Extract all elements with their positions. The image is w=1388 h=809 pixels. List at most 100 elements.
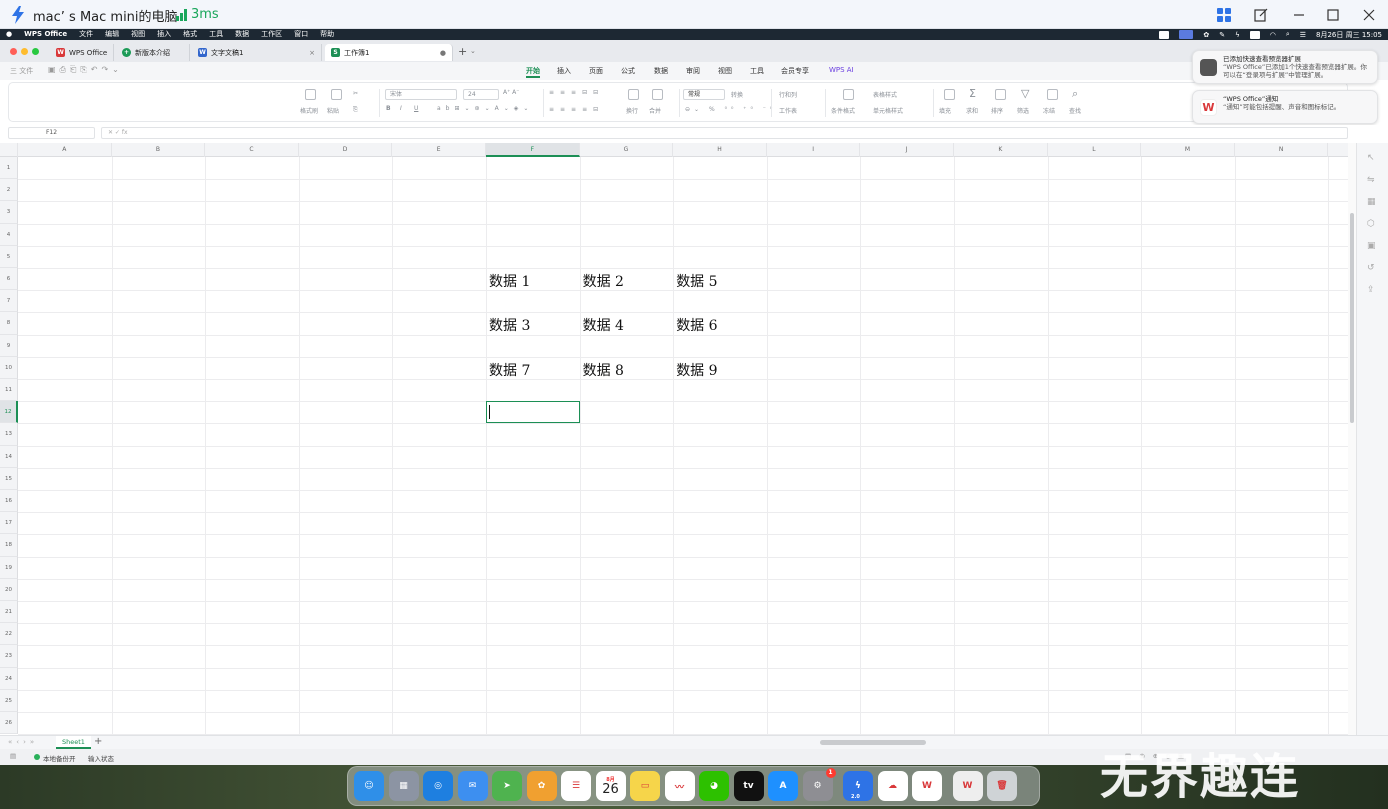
cut-icon[interactable]: ✂ (353, 90, 358, 97)
menu-data[interactable]: 数据 (229, 29, 255, 40)
dock-wps-doc-icon[interactable]: W (952, 771, 983, 801)
sort-icon[interactable] (995, 89, 1006, 100)
column-header-k[interactable]: K (954, 143, 1048, 157)
dock-photos-icon[interactable]: ✿ (526, 771, 557, 801)
add-sheet-icon[interactable]: + (94, 736, 102, 747)
cell-g6[interactable]: 数据 2 (583, 271, 624, 291)
column-header-l[interactable]: L (1048, 143, 1142, 157)
file-menu[interactable]: 三 文件 (10, 66, 33, 76)
row-header-8[interactable]: 8 (0, 312, 18, 335)
find-button[interactable]: 查找 (1069, 106, 1081, 115)
dock-maps-icon[interactable]: ➤ (492, 771, 522, 801)
extension-icon[interactable]: ✿ (1203, 31, 1209, 39)
dock-calendar-icon[interactable]: 8月 26 (595, 771, 626, 801)
column-header-i[interactable]: I (767, 143, 861, 157)
cell-g10[interactable]: 数据 8 (583, 360, 624, 380)
row-header-12[interactable]: 12 (0, 401, 18, 424)
format-painter-button[interactable]: 格式刷 (300, 106, 318, 115)
wps-status-icon[interactable] (1159, 30, 1170, 39)
sort-button[interactable]: 排序 (991, 106, 1003, 115)
dock-appstore-icon[interactable]: A (768, 771, 798, 801)
image-icon[interactable]: ▣ (1367, 241, 1376, 251)
active-cell-f12[interactable] (486, 401, 580, 424)
scroll-thumb[interactable] (1350, 213, 1354, 423)
tab-member[interactable]: 会员专享 (781, 66, 809, 76)
italic-button[interactable]: I (400, 105, 402, 112)
tab-wps-ai[interactable]: WPS AI (829, 66, 854, 74)
table-icon[interactable]: ▦ (1367, 197, 1376, 207)
adjust-icon[interactable]: ⇋ (1367, 175, 1375, 185)
column-header-m[interactable]: M (1141, 143, 1235, 157)
merge-button[interactable]: 合并 (649, 106, 661, 115)
dock-mail-icon[interactable]: ✉ (457, 771, 488, 801)
new-tab-icon[interactable]: + (458, 45, 467, 58)
cell-f8[interactable]: 数据 3 (489, 315, 530, 335)
row-header-21[interactable]: 21 (0, 601, 18, 624)
formula-input[interactable]: ✕ ✓ fx (101, 127, 1348, 139)
dock-remote-desktop-icon[interactable]: ϟ 2.0 (843, 771, 873, 801)
row-header-26[interactable]: 26 (0, 712, 18, 735)
find-icon[interactable]: ⌕ (1072, 87, 1078, 101)
filter-icon[interactable]: ▽ (1021, 87, 1029, 100)
doc-tab-wps-office[interactable]: W WPS Office (50, 44, 114, 61)
dock-wps-icon[interactable]: W (912, 771, 942, 801)
fill-icon[interactable] (944, 89, 955, 100)
menu-window[interactable]: 窗口 (288, 29, 314, 40)
number-format-select[interactable]: 常规 (683, 89, 725, 100)
row-header-13[interactable]: 13 (0, 423, 18, 446)
conditional-format-icon[interactable] (843, 89, 854, 100)
row-header-2[interactable]: 2 (0, 179, 18, 202)
row-header-11[interactable]: 11 (0, 379, 18, 402)
apple-icon[interactable]: ● (0, 29, 18, 40)
row-header-1[interactable]: 1 (0, 157, 18, 180)
row-header-5[interactable]: 5 (0, 245, 18, 268)
doc-tab-new-version[interactable]: + 新版本介绍 (116, 44, 190, 61)
backup-status[interactable]: 本地备份开 (43, 753, 76, 763)
column-header-n[interactable]: N (1235, 143, 1329, 157)
close-button[interactable] (1358, 4, 1380, 26)
menubar-app-name[interactable]: WPS Office (18, 29, 73, 40)
row-header-22[interactable]: 22 (0, 623, 18, 646)
tab-view[interactable]: 视图 (718, 66, 732, 76)
tab-review[interactable]: 审阅 (686, 66, 700, 76)
sheet-nav-icons[interactable]: «‹›» (8, 738, 38, 746)
merge-icon[interactable] (652, 89, 663, 100)
row-header-14[interactable]: 14 (0, 445, 18, 468)
menu-insert[interactable]: 插入 (151, 29, 177, 40)
tab-data[interactable]: 数据 (654, 66, 668, 76)
cell-g8[interactable]: 数据 4 (583, 315, 624, 335)
dock-appletv-icon[interactable]: tv (733, 771, 764, 801)
tab-page[interactable]: 页面 (589, 66, 603, 76)
window-minimize-dot[interactable] (21, 48, 28, 55)
menu-tools[interactable]: 工具 (203, 29, 229, 40)
row-header-23[interactable]: 23 (0, 645, 18, 668)
cursor-icon[interactable]: ↖ (1367, 153, 1375, 163)
column-header-a[interactable]: A (18, 143, 112, 157)
status-doc-icon[interactable]: ▤ (10, 752, 16, 760)
sum-button[interactable]: 求和 (966, 106, 978, 115)
paste-button[interactable]: 粘贴 (327, 106, 339, 115)
row-header-3[interactable]: 3 (0, 201, 18, 224)
menu-workspace[interactable]: 工作区 (255, 29, 288, 40)
minimize-button[interactable] (1288, 4, 1310, 26)
table-style-button[interactable]: 表格样式 (873, 90, 897, 99)
dock-baidu-netdisk-icon[interactable]: ☁ (877, 771, 908, 801)
vertical-align-icons[interactable]: ≡≡≡⊟⊟ (549, 89, 604, 96)
maximize-button[interactable] (1322, 4, 1344, 26)
number-style-icons[interactable]: ⊖⌄ % ⁰⁰ ⁺⁰ ⁻⁰ (685, 106, 776, 113)
row-header-20[interactable]: 20 (0, 578, 18, 601)
copy-icon[interactable]: ⎘ (353, 106, 358, 114)
dock-trash-icon[interactable]: 🗑 (987, 771, 1017, 801)
filter-button[interactable]: 筛选 (1017, 106, 1029, 115)
cell-f6[interactable]: 数据 1 (489, 271, 530, 291)
bolt-status-icon[interactable]: ϟ (1235, 31, 1240, 39)
menubar-clock[interactable]: 8月26日 周三 15:05 (1316, 30, 1382, 40)
dock-notes-icon[interactable]: ▭ (630, 771, 660, 801)
row-header-24[interactable]: 24 (0, 667, 18, 690)
dock-wechat-icon[interactable]: ◕ (699, 771, 729, 801)
cell-h10[interactable]: 数据 9 (676, 360, 717, 380)
paste-icon[interactable] (331, 89, 342, 100)
fill-button[interactable]: 填充 (939, 106, 951, 115)
column-header-h[interactable]: H (673, 143, 767, 157)
menu-file[interactable]: 文件 (73, 29, 99, 40)
